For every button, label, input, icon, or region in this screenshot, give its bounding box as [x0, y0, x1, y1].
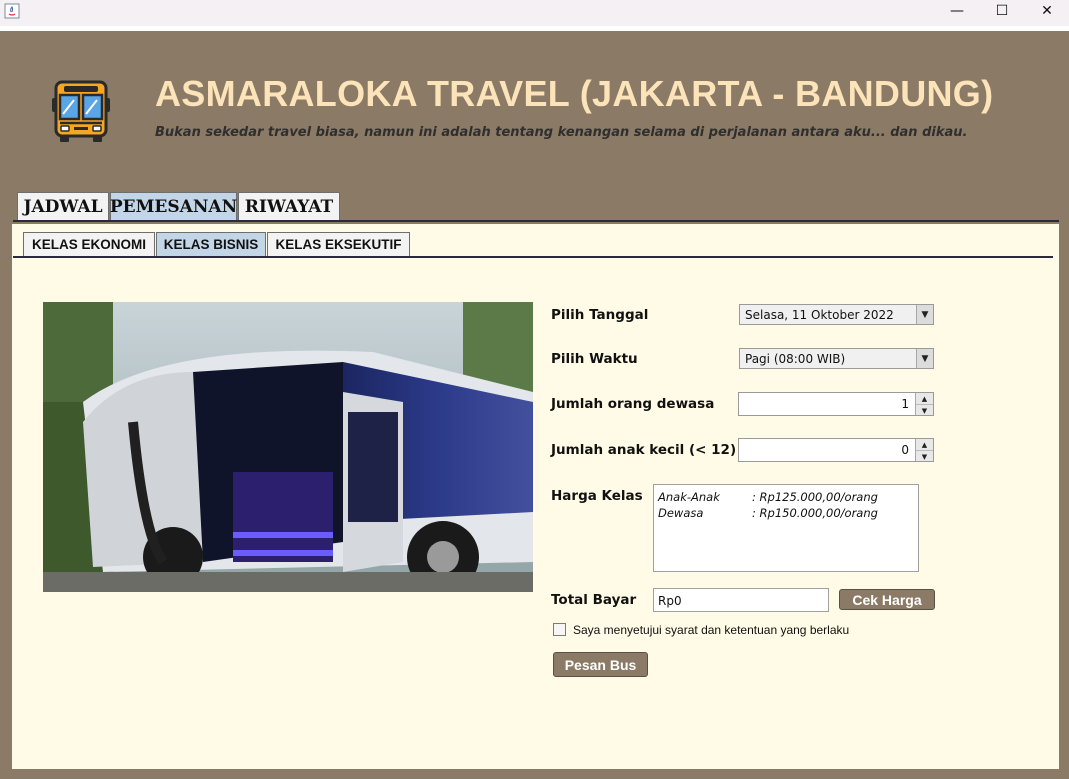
close-button[interactable]: ✕ [1024, 0, 1069, 22]
tab-pemesanan[interactable]: PEMESANAN [110, 192, 237, 220]
cek-harga-button[interactable]: Cek Harga [839, 589, 935, 610]
subtab-kelas-bisnis[interactable]: KELAS BISNIS [156, 232, 266, 256]
spinner-down-icon[interactable]: ▼ [916, 451, 933, 462]
date-label: Pilih Tanggal [551, 307, 649, 323]
total-field[interactable]: Rp0 [653, 588, 829, 612]
subtab-kelas-eksekutif[interactable]: KELAS EKSEKUTIF [267, 232, 410, 256]
spinner-down-icon[interactable]: ▼ [916, 405, 933, 416]
spinner-up-icon[interactable]: ▲ [916, 439, 933, 451]
tab-jadwal[interactable]: JADWAL [17, 192, 109, 220]
subtab-kelas-ekonomi[interactable]: KELAS EKONOMI [23, 232, 155, 256]
price-value: : Rp150.000,00/orang [752, 506, 878, 520]
bus-icon [52, 80, 110, 142]
spinner-up-icon[interactable]: ▲ [916, 393, 933, 405]
maximize-button[interactable]: ☐ [979, 0, 1025, 22]
agree-label[interactable]: Saya menyetujui syarat dan ketentuan yan… [573, 623, 849, 637]
tab-riwayat[interactable]: RIWAYAT [238, 192, 340, 220]
price-row-dewasa: Dewasa : Rp150.000,00/orang [658, 506, 878, 520]
time-select[interactable]: Pagi (08:00 WIB) ▼ [739, 348, 934, 369]
price-name: Anak-Anak [658, 490, 720, 504]
total-value: Rp0 [658, 594, 682, 608]
pesan-bus-button[interactable]: Pesan Bus [553, 652, 648, 677]
price-label: Harga Kelas [551, 488, 643, 504]
adults-label: Jumlah orang dewasa [551, 396, 715, 412]
date-select-value: Selasa, 11 Oktober 2022 [745, 308, 894, 322]
app-title: ASMARALOKA TRAVEL (JAKARTA - BANDUNG) [155, 73, 994, 114]
tab-divider [13, 220, 1059, 222]
adults-value: 1 [901, 397, 909, 411]
agree-checkbox[interactable] [553, 623, 566, 636]
price-value: : Rp125.000,00/orang [752, 490, 878, 504]
price-row-anak: Anak-Anak : Rp125.000,00/orang [658, 490, 878, 504]
bus-photo [43, 302, 533, 592]
java-app-icon [4, 3, 20, 19]
subtab-divider [13, 256, 1053, 258]
minimize-button[interactable]: — [934, 0, 980, 22]
children-value: 0 [901, 443, 909, 457]
children-spinner[interactable]: 0 ▲ ▼ [738, 438, 934, 462]
time-select-value: Pagi (08:00 WIB) [745, 352, 846, 366]
adults-spinner[interactable]: 1 ▲ ▼ [738, 392, 934, 416]
price-textarea[interactable]: Anak-Anak : Rp125.000,00/orang Dewasa : Rp… [653, 484, 919, 572]
date-select[interactable]: Selasa, 11 Oktober 2022 ▼ [739, 304, 934, 325]
chevron-down-icon[interactable]: ▼ [916, 305, 933, 324]
children-label: Jumlah anak kecil (< 12) [551, 442, 737, 458]
price-name: Dewasa [658, 506, 704, 520]
total-label: Total Bayar [551, 592, 637, 608]
time-label: Pilih Waktu [551, 351, 638, 367]
window-titlebar: — ☐ ✕ [0, 0, 1069, 26]
app-tagline: Bukan sekedar travel biasa, namun ini ad… [155, 125, 968, 140]
chevron-down-icon[interactable]: ▼ [916, 349, 933, 368]
